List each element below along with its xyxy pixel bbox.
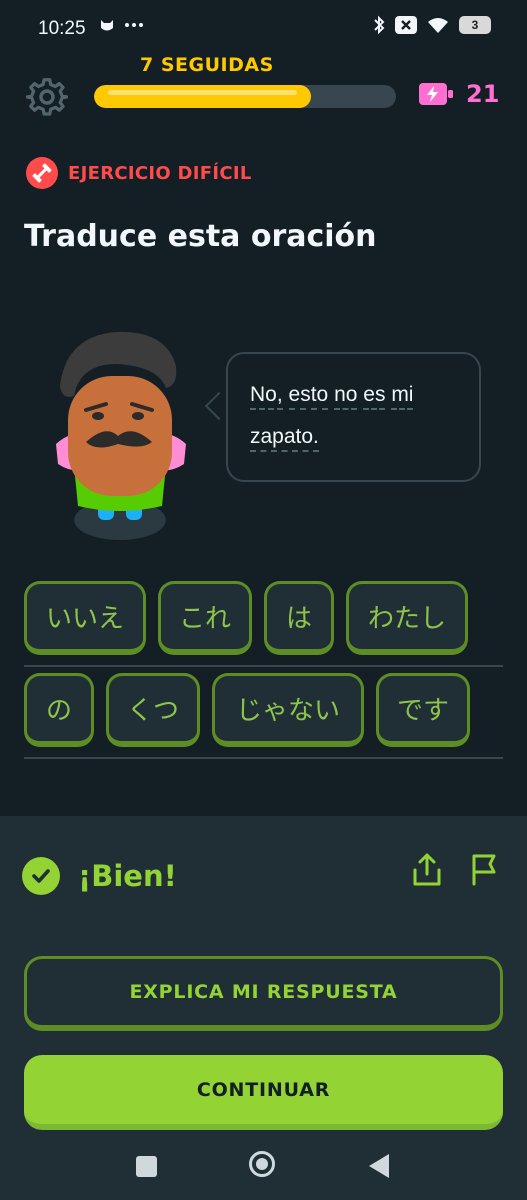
- status-bar: 10:25 3: [0, 0, 527, 58]
- word-tile[interactable]: くつ: [106, 673, 200, 747]
- report-flag-icon[interactable]: [468, 852, 500, 886]
- back-icon[interactable]: [369, 1154, 389, 1178]
- word-tile[interactable]: は: [264, 581, 334, 655]
- recent-apps-icon[interactable]: [136, 1156, 157, 1177]
- energy-counter[interactable]: 21: [418, 80, 499, 108]
- word-tile[interactable]: わたし: [346, 581, 468, 655]
- sentence-word[interactable]: mi: [391, 383, 414, 410]
- exercise-title: Traduce esta oración: [24, 219, 377, 254]
- answer-line: [24, 665, 503, 667]
- wifi-icon: [428, 18, 448, 33]
- result-feedback: ¡Bien!: [22, 857, 177, 895]
- more-dots-icon: [125, 23, 143, 27]
- explain-answer-button[interactable]: EXPLICA MI RESPUESTA: [24, 956, 503, 1031]
- sentence-word[interactable]: es: [363, 383, 386, 410]
- sentence-word[interactable]: No,: [250, 383, 283, 410]
- bubble-line-2: zapato.: [250, 416, 457, 458]
- share-icon[interactable]: [411, 852, 443, 888]
- answer-row-2: の くつ じゃない です: [24, 673, 503, 747]
- dumbbell-icon: [26, 157, 58, 189]
- word-tile[interactable]: これ: [158, 581, 252, 655]
- hard-exercise-label: EJERCICIO DIFÍCIL: [68, 162, 252, 184]
- home-icon[interactable]: [249, 1151, 275, 1177]
- word-tile[interactable]: じゃない: [212, 673, 364, 747]
- settings-gear-icon[interactable]: [26, 76, 68, 118]
- lesson-progress-fill: [94, 85, 312, 108]
- bluetooth-icon: [374, 15, 385, 35]
- bubble-line-1: No, esto no es mi: [250, 374, 457, 416]
- energy-battery-icon: [419, 83, 453, 105]
- character-illustration: [56, 331, 186, 540]
- word-tile[interactable]: の: [24, 673, 94, 747]
- energy-count: 21: [466, 80, 500, 108]
- result-text: ¡Bien!: [78, 859, 177, 893]
- streak-label: 7 SEGUIDAS: [140, 54, 274, 76]
- cat-notification-icon: [101, 20, 113, 31]
- continue-button[interactable]: CONTINUAR: [24, 1055, 503, 1130]
- word-tile[interactable]: です: [376, 673, 470, 747]
- word-tile[interactable]: いいえ: [24, 581, 146, 655]
- speech-bubble: No, esto no es mi zapato.: [226, 352, 481, 482]
- sentence-word[interactable]: esto: [288, 383, 329, 410]
- sentence-word[interactable]: no: [334, 383, 358, 410]
- lesson-progress-bar: [94, 85, 396, 108]
- battery-icon: 3: [459, 16, 491, 34]
- check-icon: [22, 857, 60, 895]
- system-nav-bar: [0, 1140, 527, 1200]
- mute-icon: [395, 16, 417, 34]
- hard-exercise-badge: EJERCICIO DIFÍCIL: [26, 157, 252, 189]
- lesson-progress-shine: [108, 90, 298, 95]
- answer-line: [24, 757, 503, 759]
- answer-row-1: いいえ これ は わたし: [24, 581, 503, 655]
- status-time: 10:25: [38, 18, 86, 39]
- sentence-word[interactable]: zapato.: [250, 425, 319, 452]
